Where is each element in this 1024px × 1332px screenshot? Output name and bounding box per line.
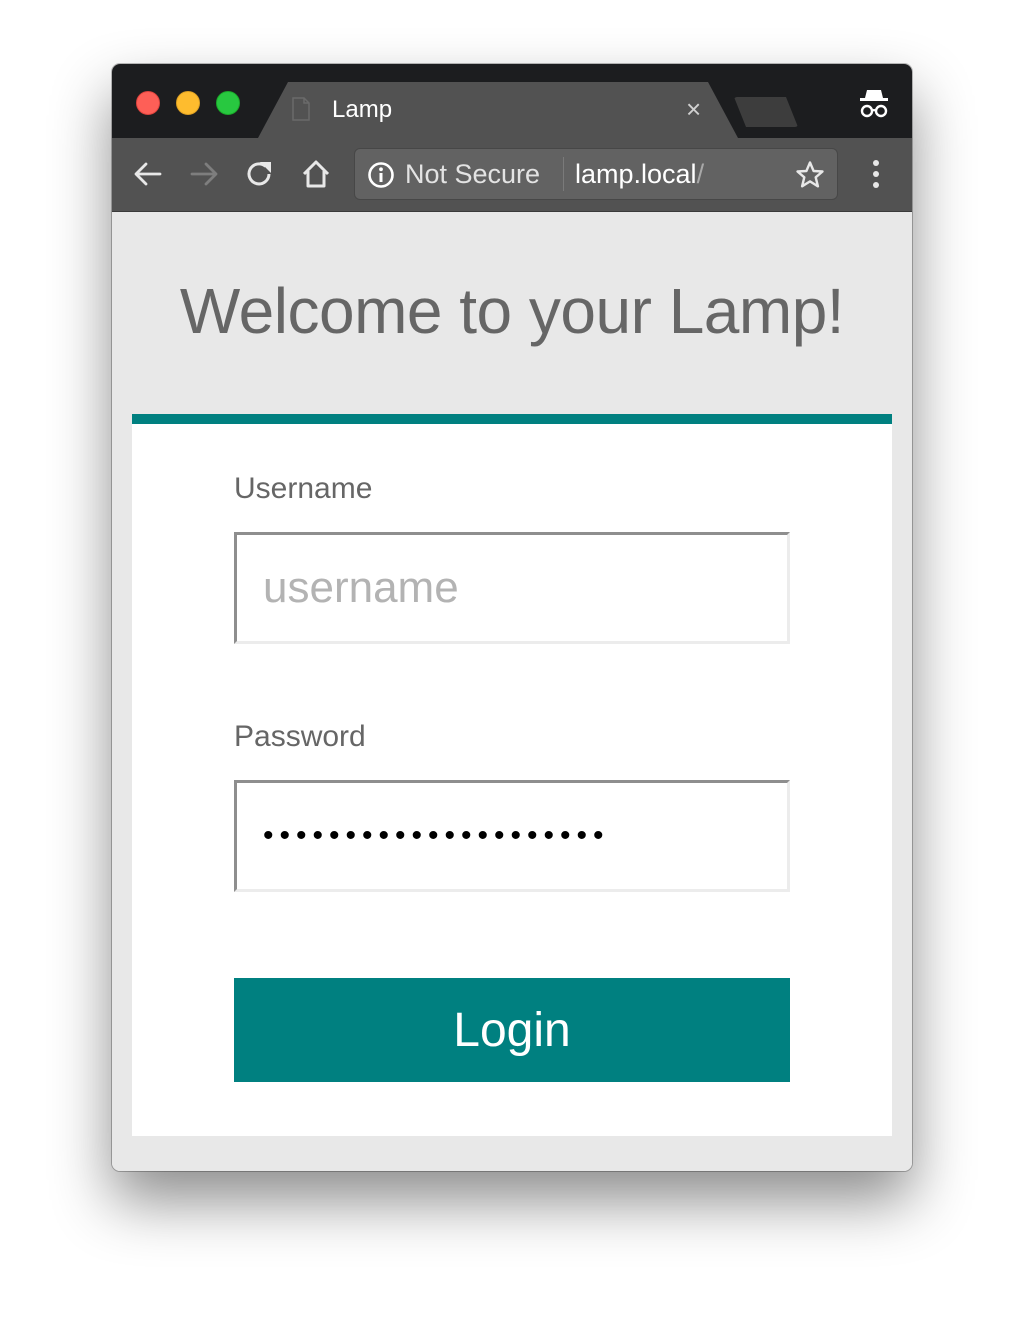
star-icon[interactable] <box>795 160 825 190</box>
vertical-dots-icon[interactable] <box>864 158 888 192</box>
arrow-right-icon[interactable] <box>188 158 220 190</box>
incognito-icon <box>860 90 888 118</box>
url-host: lamp.local <box>575 159 697 189</box>
security-status[interactable]: Not Secure <box>405 159 540 190</box>
omnibox-divider <box>563 157 564 191</box>
close-window-button[interactable] <box>136 91 160 115</box>
browser-toolbar: Not Secure lamp.local/ <box>112 138 912 212</box>
username-input[interactable] <box>234 532 790 644</box>
login-button[interactable]: Login <box>234 978 790 1082</box>
url-path: / <box>696 159 705 189</box>
tab-title: Lamp <box>332 96 393 123</box>
tab-bar: Lamp × <box>112 64 912 138</box>
password-label: Password <box>234 720 366 753</box>
url-text[interactable]: lamp.local/ <box>575 159 704 190</box>
password-input[interactable] <box>234 780 790 892</box>
page-title: Welcome to your Lamp! <box>179 275 845 347</box>
page-content: Welcome to your Lamp! Username Password … <box>112 212 912 1171</box>
info-icon[interactable] <box>367 161 395 189</box>
reload-icon[interactable] <box>244 158 276 190</box>
minimize-window-button[interactable] <box>176 91 200 115</box>
address-bar[interactable]: Not Secure lamp.local/ <box>354 148 838 200</box>
new-tab-button[interactable] <box>734 97 798 127</box>
browser-window: Lamp × Not Secure lamp.local/ Welcome to… <box>112 64 912 1171</box>
document-icon <box>292 97 310 121</box>
login-form: Username Password Login <box>132 414 892 1136</box>
home-icon[interactable] <box>300 158 332 190</box>
username-label: Username <box>234 472 373 505</box>
arrow-left-icon[interactable] <box>132 158 164 190</box>
tab-lamp[interactable]: Lamp × <box>258 82 738 138</box>
maximize-window-button[interactable] <box>216 91 240 115</box>
tab-close-icon[interactable]: × <box>686 94 701 124</box>
